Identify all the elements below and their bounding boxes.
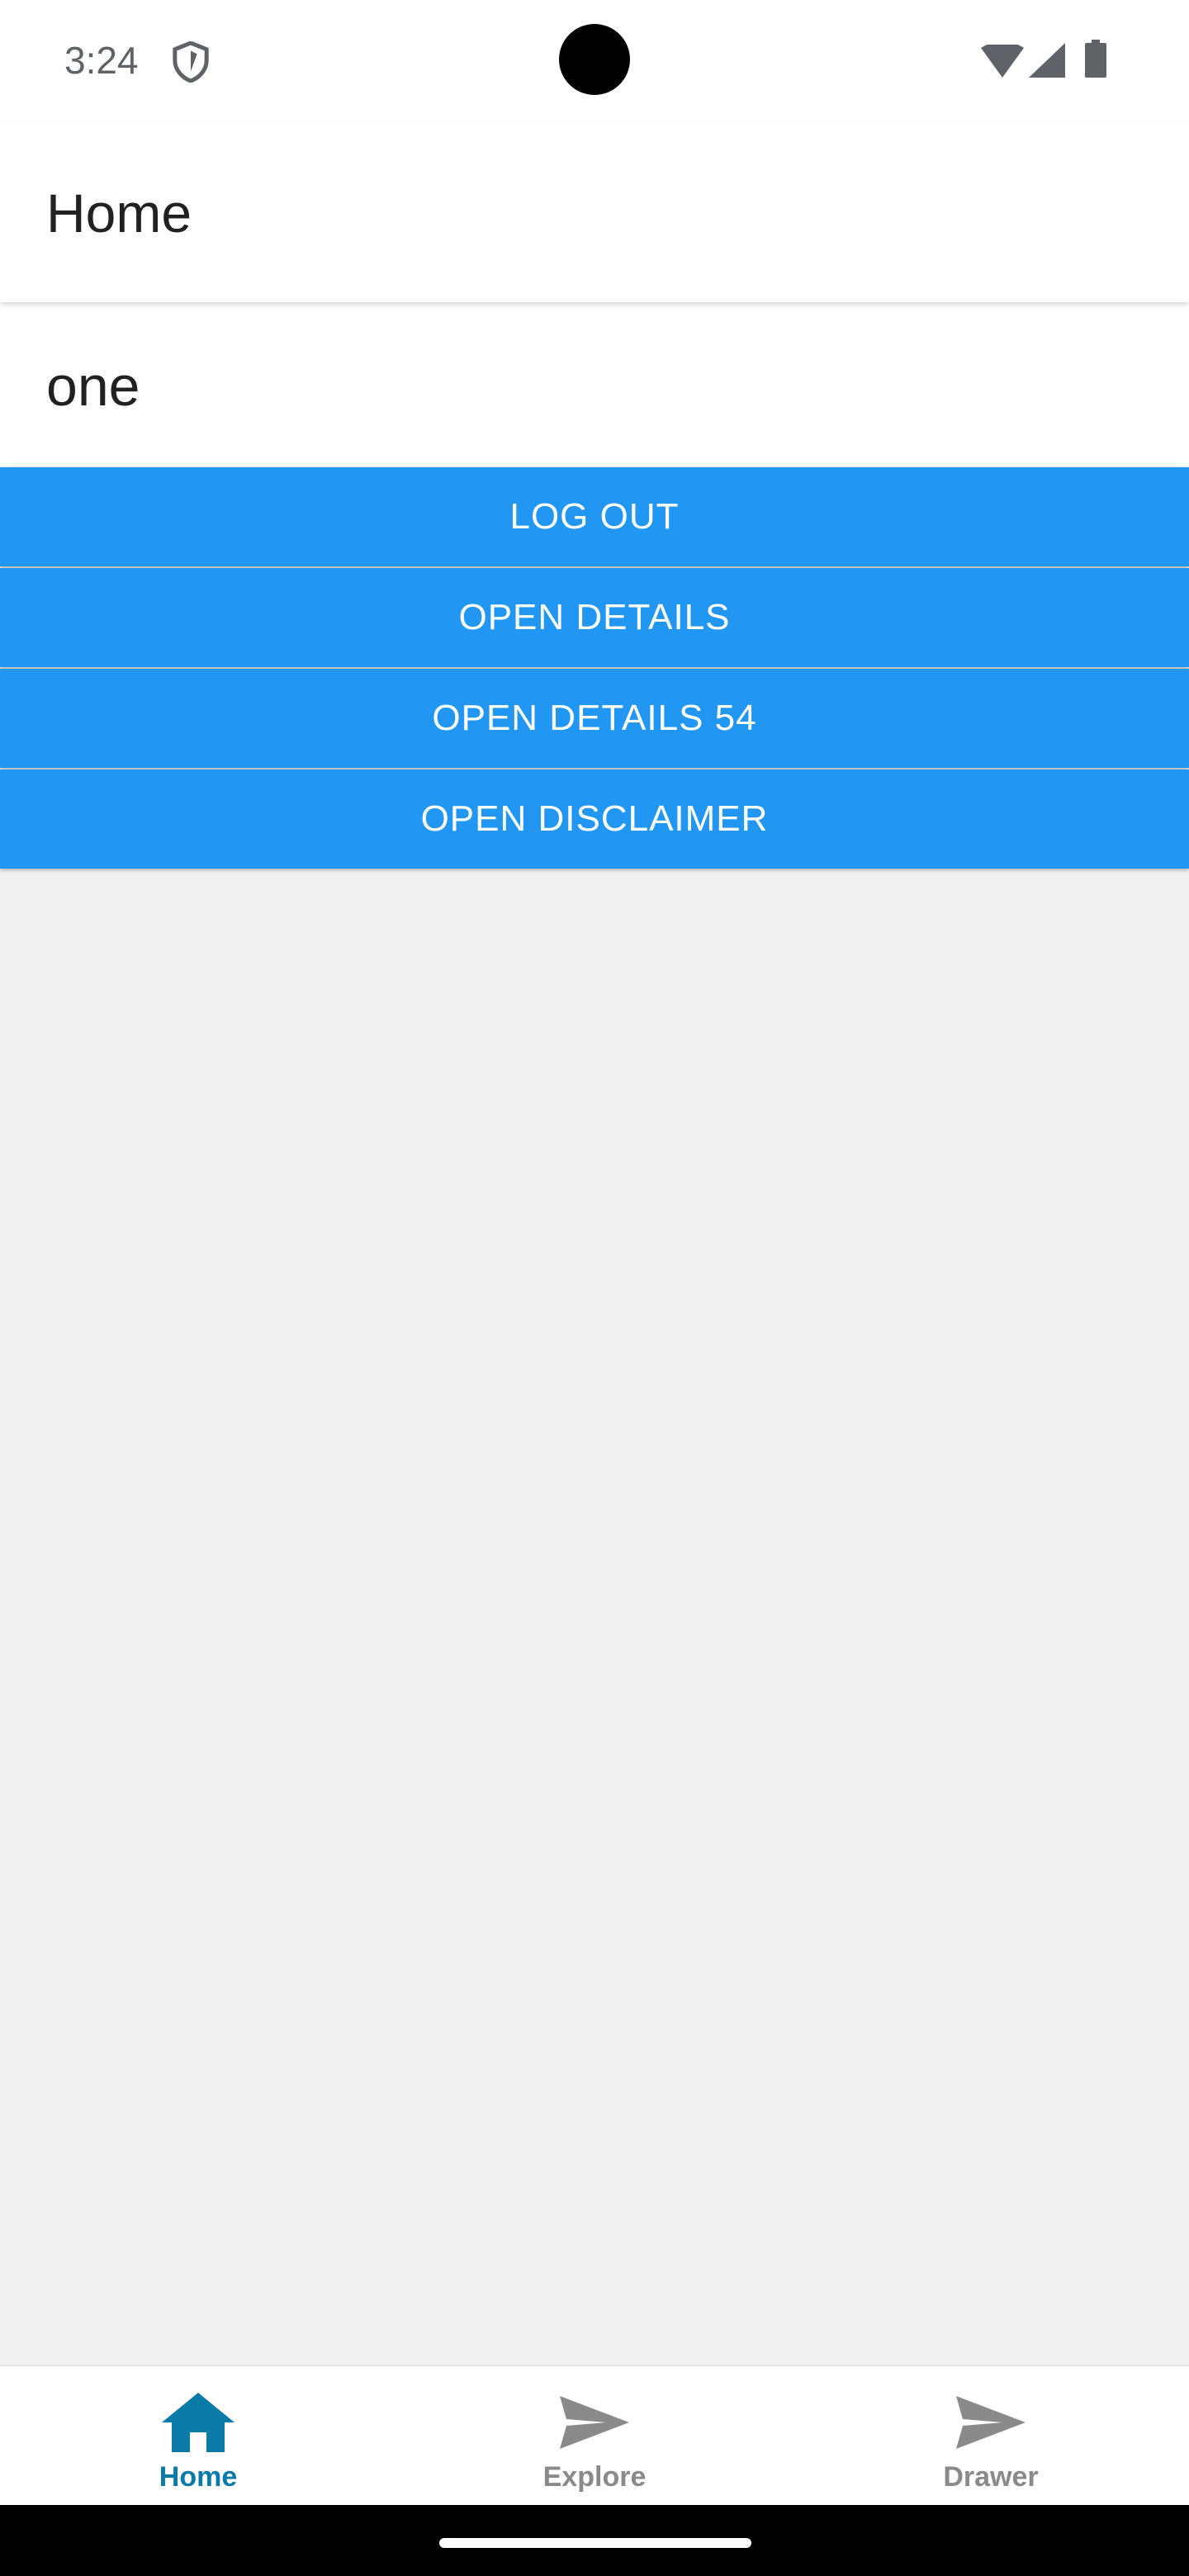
send-icon: [560, 2396, 629, 2449]
app-bar: Home: [0, 124, 1189, 302]
tab-explore[interactable]: Explore: [396, 2366, 793, 2507]
content-header: one: [0, 302, 1189, 466]
send-icon: [956, 2396, 1026, 2449]
status-time: 3:24: [64, 39, 139, 82]
home-indicator[interactable]: [439, 2538, 751, 2548]
status-bar: 3:24: [0, 0, 1189, 124]
tab-home[interactable]: Home: [0, 2366, 396, 2507]
shield-icon: [173, 41, 209, 83]
tab-home-label: Home: [159, 2461, 238, 2493]
tab-drawer[interactable]: Drawer: [793, 2366, 1189, 2507]
camera-cutout: [559, 24, 630, 95]
log-out-button[interactable]: LOG OUT: [0, 467, 1189, 566]
page-title: Home: [46, 182, 192, 244]
battery-icon: [1085, 40, 1106, 78]
system-nav-bar: [0, 2505, 1189, 2576]
tab-drawer-label: Drawer: [943, 2461, 1039, 2493]
open-details-54-button[interactable]: OPEN DETAILS 54: [0, 669, 1189, 768]
home-icon: [162, 2393, 234, 2452]
tab-explore-label: Explore: [542, 2461, 647, 2493]
bottom-tab-bar: Home Explore Drawer: [0, 2365, 1189, 2507]
open-disclaimer-button[interactable]: OPEN DISCLAIMER: [0, 769, 1189, 869]
cell-signal-icon: [1029, 43, 1065, 78]
open-details-button[interactable]: OPEN DETAILS: [0, 568, 1189, 667]
wifi-icon: [981, 45, 1024, 78]
content-title: one: [46, 355, 140, 418]
